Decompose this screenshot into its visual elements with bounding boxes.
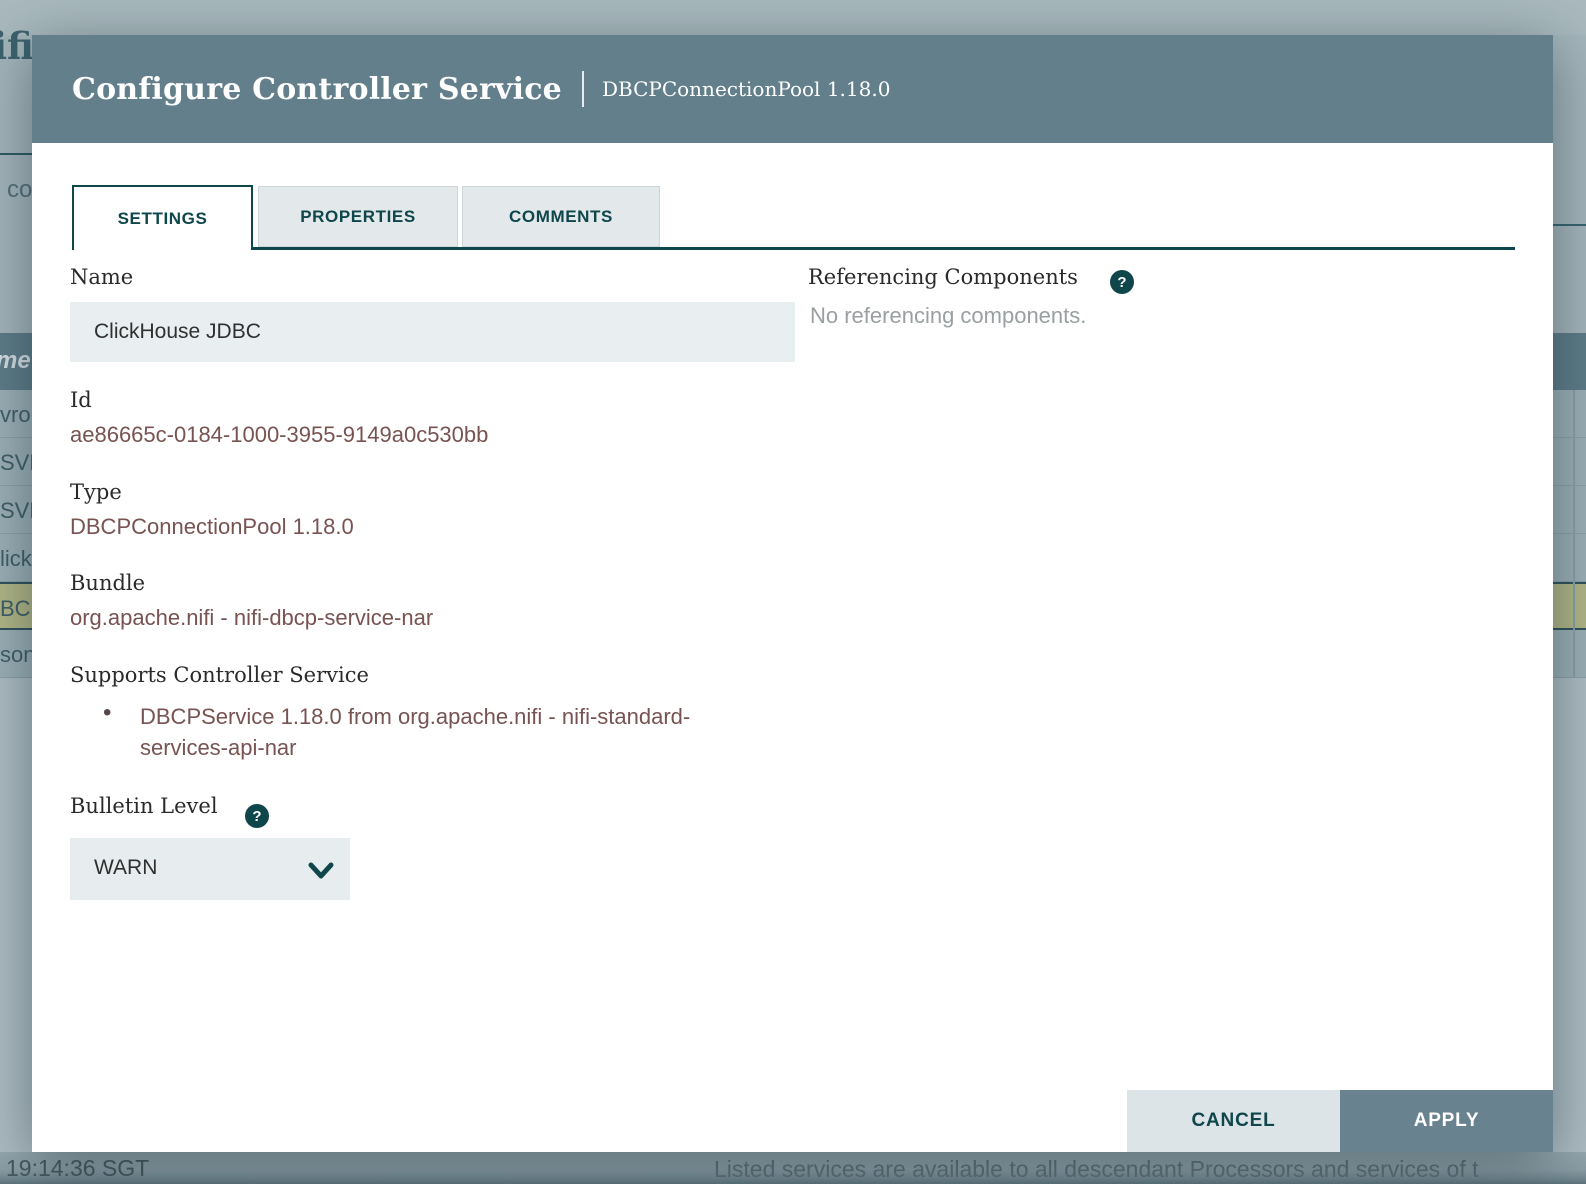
background-panel-right xyxy=(1553,678,1586,1152)
last-refreshed-timestamp: 19:14:36 SGT xyxy=(6,1155,149,1182)
table-row: son xyxy=(0,630,33,678)
tab-settings-label: SETTINGS xyxy=(118,209,208,229)
screen: ifig co me vro SVR SVR lick BCP son 19 xyxy=(0,0,1586,1184)
table-row-selected xyxy=(1553,582,1586,630)
bulletin-level-label: Bulletin Level xyxy=(70,794,218,818)
tab-comments[interactable]: COMMENTS xyxy=(462,186,660,247)
apply-button-label: APPLY xyxy=(1414,1110,1480,1132)
background-column-header-fragment: me xyxy=(0,347,31,375)
table-row xyxy=(1553,630,1586,678)
id-value: ae86665c-0184-1000-3955-9149a0c530bb xyxy=(70,422,488,448)
bullet-icon: • xyxy=(103,699,111,727)
supports-controller-service-label: Supports Controller Service xyxy=(70,663,369,687)
listed-services-note: Listed services are available to all des… xyxy=(714,1156,1479,1183)
background-column-gridline xyxy=(1573,390,1575,678)
type-value: DBCPConnectionPool 1.18.0 xyxy=(70,514,354,540)
tab-underline xyxy=(251,247,1515,250)
background-tab-fragment: co xyxy=(7,176,32,204)
no-referencing-components-text: No referencing components. xyxy=(810,303,1086,329)
background-panel-left xyxy=(0,678,33,1152)
background-bottom-strip: 19:14:36 SGT Listed services are availab… xyxy=(0,1152,1586,1184)
configure-controller-service-dialog: Configure Controller Service DBCPConnect… xyxy=(32,35,1553,1152)
name-label: Name xyxy=(70,265,133,289)
tab-settings[interactable]: SETTINGS xyxy=(72,185,253,250)
table-row: SVR xyxy=(0,438,33,486)
background-table-header-left: me xyxy=(0,333,33,390)
cancel-button[interactable]: CANCEL xyxy=(1127,1090,1340,1152)
table-row: lick xyxy=(0,534,33,582)
background-table-rows-left: vro SVR SVR lick BCP son xyxy=(0,390,33,678)
dialog-header: Configure Controller Service DBCPConnect… xyxy=(32,35,1553,143)
table-row: SVR xyxy=(0,486,33,534)
help-icon[interactable]: ? xyxy=(1110,270,1134,294)
table-row xyxy=(1553,486,1586,534)
background-table-rows-right xyxy=(1553,390,1586,678)
bulletin-level-value: WARN xyxy=(94,856,157,880)
tab-properties[interactable]: PROPERTIES xyxy=(258,186,458,247)
bundle-label: Bundle xyxy=(70,571,145,595)
table-row xyxy=(1553,438,1586,486)
tab-comments-label: COMMENTS xyxy=(509,207,613,227)
background-table-header-right xyxy=(1553,333,1586,390)
type-label: Type xyxy=(70,480,122,504)
background-top-strip xyxy=(0,0,1586,35)
title-separator xyxy=(582,71,584,107)
table-row-selected: BCP xyxy=(0,582,33,630)
tab-properties-label: PROPERTIES xyxy=(300,207,416,227)
bundle-value: org.apache.nifi - nifi-dbcp-service-nar xyxy=(70,605,433,631)
table-row xyxy=(1553,390,1586,438)
chevron-down-icon xyxy=(306,857,336,883)
referencing-components-label: Referencing Components xyxy=(808,265,1078,289)
apply-button[interactable]: APPLY xyxy=(1340,1090,1553,1152)
dialog-subtitle: DBCPConnectionPool 1.18.0 xyxy=(602,77,890,101)
background-divider-left xyxy=(0,153,33,155)
name-input[interactable] xyxy=(70,302,795,362)
help-icon[interactable]: ? xyxy=(245,804,269,828)
cancel-button-label: CANCEL xyxy=(1192,1110,1276,1132)
background-divider-right xyxy=(1553,224,1586,226)
bulletin-level-dropdown[interactable]: WARN xyxy=(70,838,350,900)
table-row xyxy=(1553,534,1586,582)
supported-service-item: DBCPService 1.18.0 from org.apache.nifi … xyxy=(140,701,690,763)
id-label: Id xyxy=(70,388,92,412)
dialog-title: Configure Controller Service xyxy=(72,72,562,107)
table-row: vro xyxy=(0,390,33,438)
